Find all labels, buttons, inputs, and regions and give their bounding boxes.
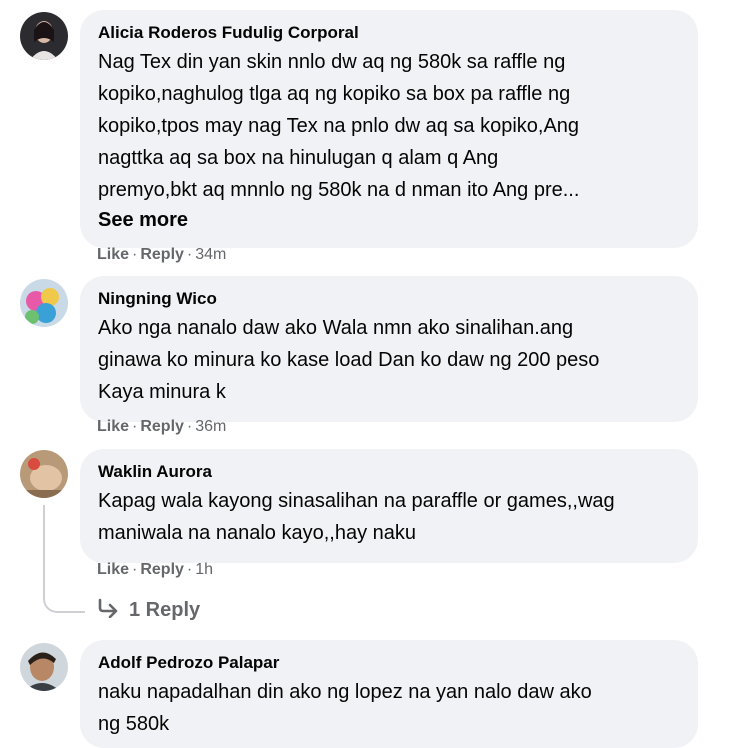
comment-text: Nag Tex din yan skin nnlo dw aq ng 580k … [98, 51, 580, 201]
like-button[interactable]: Like [97, 418, 129, 435]
separator: · [186, 418, 193, 435]
reply-button[interactable]: Reply [140, 561, 184, 578]
reply-arrow-icon [98, 598, 118, 618]
avatar-alicia[interactable] [20, 12, 68, 60]
comment-bubble: Adolf Pedrozo Palapar naku napadalhan di… [80, 640, 698, 748]
separator: · [132, 418, 138, 435]
separator: · [186, 246, 193, 263]
comment-timestamp[interactable]: 34m [195, 246, 226, 263]
replies-count[interactable]: 1 Reply [129, 599, 200, 621]
like-button[interactable]: Like [97, 561, 129, 578]
reply-button[interactable]: Reply [140, 246, 184, 263]
avatar-ningning[interactable] [20, 279, 68, 327]
avatar-waklin[interactable] [20, 450, 68, 498]
comment-author[interactable]: Ningning Wico [98, 288, 680, 310]
separator: · [132, 561, 138, 578]
comment-text: Ako nga nanalo daw ako Wala nmn ako sina… [98, 317, 600, 403]
separator: · [132, 246, 138, 263]
comment-author[interactable]: Adolf Pedrozo Palapar [98, 652, 680, 674]
comment-text: naku napadalhan din ako ng lopez na yan … [98, 681, 592, 735]
comment-bubble: Ningning Wico Ako nga nanalo daw ako Wal… [80, 276, 698, 422]
see-more-link[interactable]: See more [98, 206, 680, 234]
comment-author[interactable]: Alicia Roderos Fudulig Corporal [98, 22, 680, 44]
comment-actions: Like · Reply · 34m [97, 245, 226, 265]
comment-author[interactable]: Waklin Aurora [98, 461, 680, 483]
comment-timestamp[interactable]: 1h [195, 561, 213, 578]
comment-actions: Like · Reply · 1h [97, 560, 213, 580]
comment-bubble: Alicia Roderos Fudulig Corporal Nag Tex … [80, 10, 698, 248]
reply-button[interactable]: Reply [140, 418, 184, 435]
comment-timestamp[interactable]: 36m [195, 418, 226, 435]
like-button[interactable]: Like [97, 246, 129, 263]
thread-connector-line [43, 505, 85, 613]
avatar-adolf[interactable] [20, 643, 68, 691]
separator: · [186, 561, 193, 578]
comment-actions: Like · Reply · 36m [97, 417, 226, 437]
comment-text: Kapag wala kayong sinasalihan na paraffl… [98, 490, 615, 544]
view-replies-link[interactable]: 1 Reply [97, 597, 200, 623]
comment-bubble: Waklin Aurora Kapag wala kayong sinasali… [80, 449, 698, 563]
